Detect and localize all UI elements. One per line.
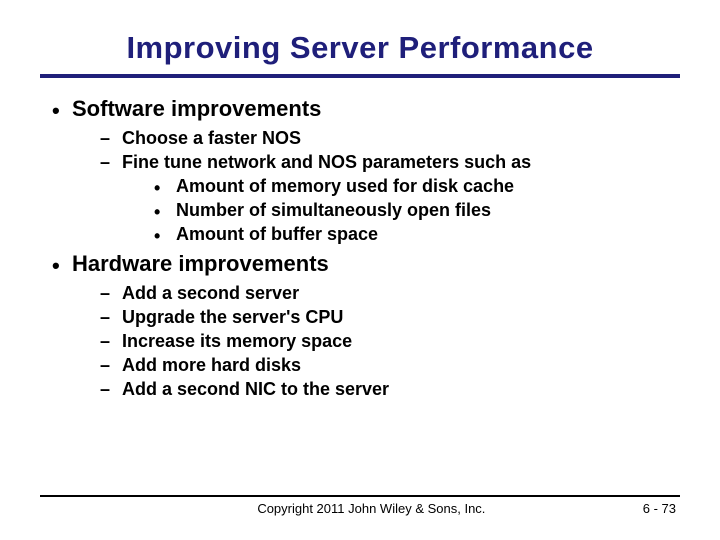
dash-icon: –: [100, 307, 122, 328]
sub-bullet: – Add a second server: [100, 283, 680, 304]
dash-icon: –: [100, 331, 122, 352]
sub-bullet: – Fine tune network and NOS parameters s…: [100, 152, 680, 173]
page-number: 6 - 73: [643, 501, 680, 516]
bullet-hardware: • Hardware improvements: [52, 251, 680, 277]
section-heading: Hardware improvements: [72, 251, 329, 277]
disc-icon: •: [52, 96, 72, 122]
subsub-bullet: • Number of simultaneously open files: [154, 200, 680, 221]
bullet-software: • Software improvements: [52, 96, 680, 122]
sub-text: Upgrade the server's CPU: [122, 307, 343, 328]
dash-icon: –: [100, 283, 122, 304]
subsub-text: Amount of memory used for disk cache: [176, 176, 514, 197]
dash-icon: –: [100, 152, 122, 173]
dash-icon: –: [100, 128, 122, 149]
sub-bullet: – Choose a faster NOS: [100, 128, 680, 149]
section-heading: Software improvements: [72, 96, 321, 122]
sub-text: Fine tune network and NOS parameters suc…: [122, 152, 531, 173]
footer: Copyright 2011 John Wiley & Sons, Inc. 6…: [40, 495, 680, 516]
disc-icon: •: [154, 200, 176, 221]
subsub-text: Number of simultaneously open files: [176, 200, 491, 221]
dash-icon: –: [100, 379, 122, 400]
sub-bullet: – Upgrade the server's CPU: [100, 307, 680, 328]
sub-text: Add more hard disks: [122, 355, 301, 376]
sub-bullet: – Increase its memory space: [100, 331, 680, 352]
slide: Improving Server Performance • Software …: [0, 0, 720, 540]
sub-bullet: – Add more hard disks: [100, 355, 680, 376]
slide-title: Improving Server Performance: [40, 30, 680, 78]
subsub-bullet: • Amount of memory used for disk cache: [154, 176, 680, 197]
sub-text: Choose a faster NOS: [122, 128, 301, 149]
sub-text: Increase its memory space: [122, 331, 352, 352]
slide-body: • Software improvements – Choose a faste…: [40, 96, 680, 400]
disc-icon: •: [52, 251, 72, 277]
dash-icon: –: [100, 355, 122, 376]
copyright-text: Copyright 2011 John Wiley & Sons, Inc.: [100, 501, 643, 516]
subsub-text: Amount of buffer space: [176, 224, 378, 245]
subsub-bullet: • Amount of buffer space: [154, 224, 680, 245]
sub-text: Add a second server: [122, 283, 299, 304]
sub-text: Add a second NIC to the server: [122, 379, 389, 400]
disc-icon: •: [154, 176, 176, 197]
disc-icon: •: [154, 224, 176, 245]
sub-bullet: – Add a second NIC to the server: [100, 379, 680, 400]
